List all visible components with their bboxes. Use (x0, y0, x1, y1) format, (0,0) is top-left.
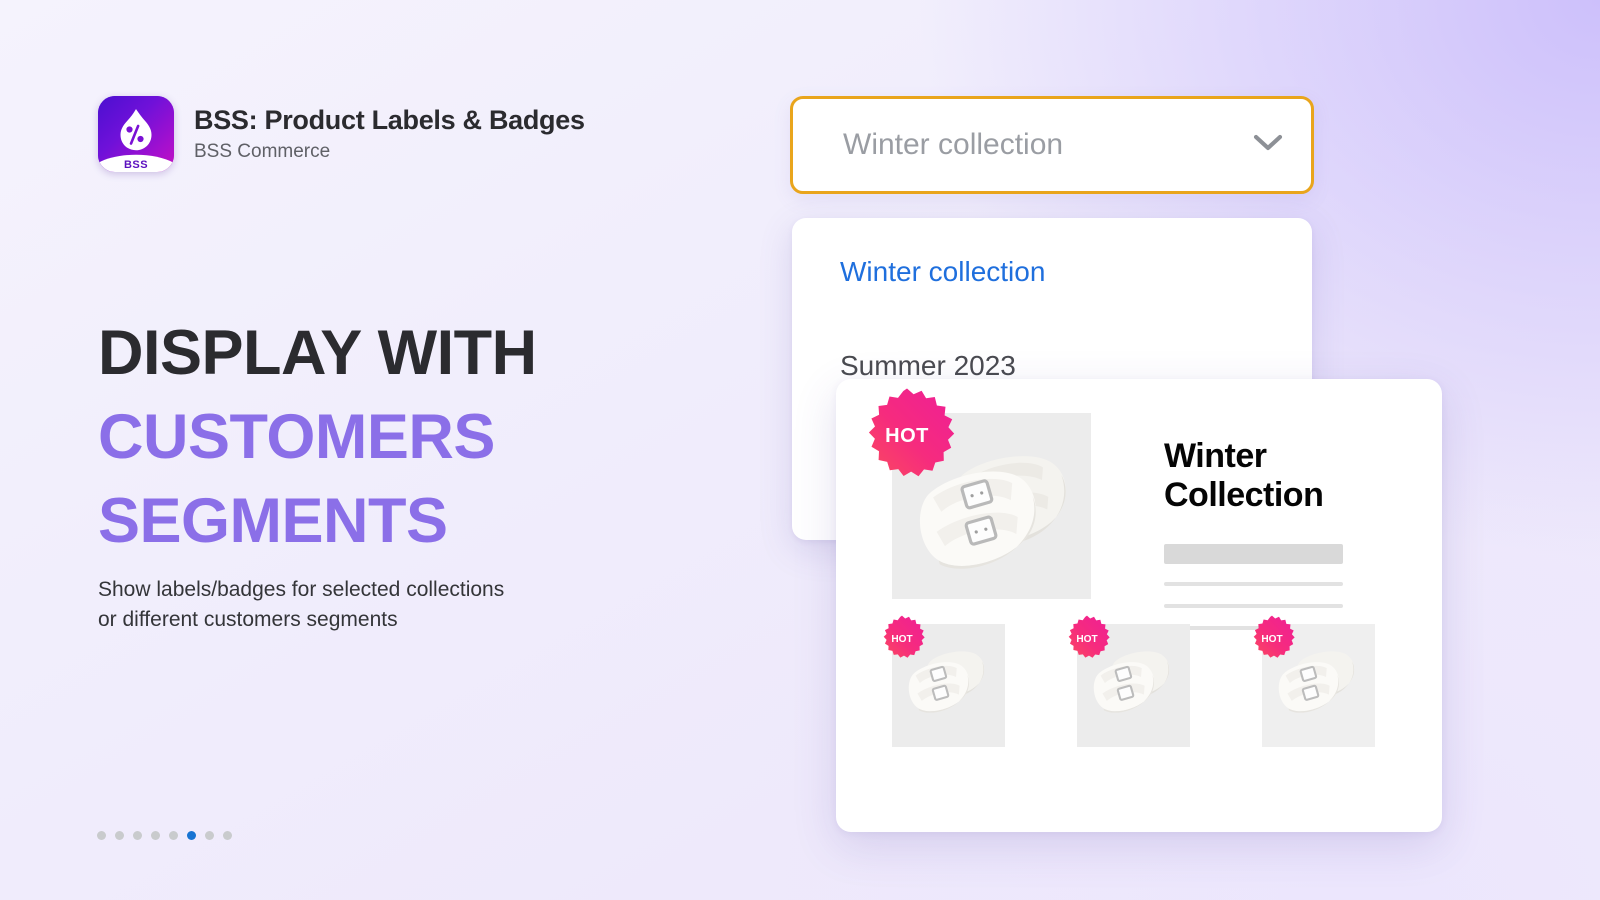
dropdown-option-winter-collection[interactable]: Winter collection (840, 244, 1264, 300)
placeholder-text-block (1164, 543, 1384, 630)
app-header: BSS BSS: Product Labels & Badges BSS Com… (98, 96, 585, 172)
placeholder-bar-1 (1164, 543, 1343, 564)
pagination-dot-8[interactable] (223, 831, 232, 840)
featured-product-title: Winter Collection (1164, 437, 1384, 516)
product-preview-card: HOT Winter Collection HOT HOT HOT (836, 379, 1442, 832)
app-title: BSS: Product Labels & Badges (194, 105, 585, 135)
product-thumbnail-image (892, 624, 1005, 747)
featured-product-info: Winter Collection (1164, 413, 1384, 630)
pagination-dot-6-active[interactable] (187, 831, 196, 840)
placeholder-bar-3 (1164, 603, 1343, 608)
featured-product-image (892, 413, 1091, 599)
product-thumbnail-row: HOT HOT HOT (883, 615, 1375, 747)
product-thumbnail[interactable]: HOT (1253, 615, 1375, 747)
pagination-dot-3[interactable] (133, 831, 142, 840)
subheadline-line-2: or different customers segments (98, 607, 398, 631)
collection-select-value: Winter collection (843, 128, 1064, 161)
collection-select[interactable]: Winter collection (790, 96, 1314, 194)
promo-slide: BSS BSS: Product Labels & Badges BSS Com… (0, 0, 1600, 900)
pagination-dot-7[interactable] (205, 831, 214, 840)
headline-line-1: DISPLAY WITH (98, 318, 537, 388)
chevron-down-icon[interactable] (1253, 134, 1283, 157)
headline-line-3: SEGMENTS (98, 485, 448, 556)
app-vendor: BSS Commerce (194, 141, 331, 162)
subheadline-line-1: Show labels/badges for selected collecti… (98, 578, 505, 601)
headline-line-2: CUSTOMERS (98, 401, 495, 472)
featured-product-media: HOT (868, 388, 1091, 599)
featured-product-row: HOT Winter Collection (868, 388, 1384, 630)
svg-text:BSS: BSS (124, 159, 148, 171)
featured-product-title-line-1: Winter (1164, 437, 1267, 475)
app-logo-icon: BSS (98, 96, 174, 172)
featured-product-title-line-2: Collection (1164, 476, 1324, 515)
pagination-dots[interactable] (97, 831, 232, 840)
product-thumbnail-image (1262, 624, 1375, 747)
product-thumbnail[interactable]: HOT (883, 615, 1005, 747)
page-title: DISPLAY WITH CUSTOMERS SEGMENTS (98, 312, 738, 563)
app-meta: BSS: Product Labels & Badges BSS Commerc… (194, 105, 585, 163)
product-thumbnail-image (1077, 624, 1190, 747)
placeholder-bar-2 (1164, 581, 1343, 586)
pagination-dot-5[interactable] (169, 831, 178, 840)
pagination-dot-2[interactable] (115, 831, 124, 840)
pagination-dot-1[interactable] (97, 831, 106, 840)
subheadline: Show labels/badges for selected collecti… (98, 575, 658, 635)
pagination-dot-4[interactable] (151, 831, 160, 840)
product-thumbnail[interactable]: HOT (1068, 615, 1190, 747)
